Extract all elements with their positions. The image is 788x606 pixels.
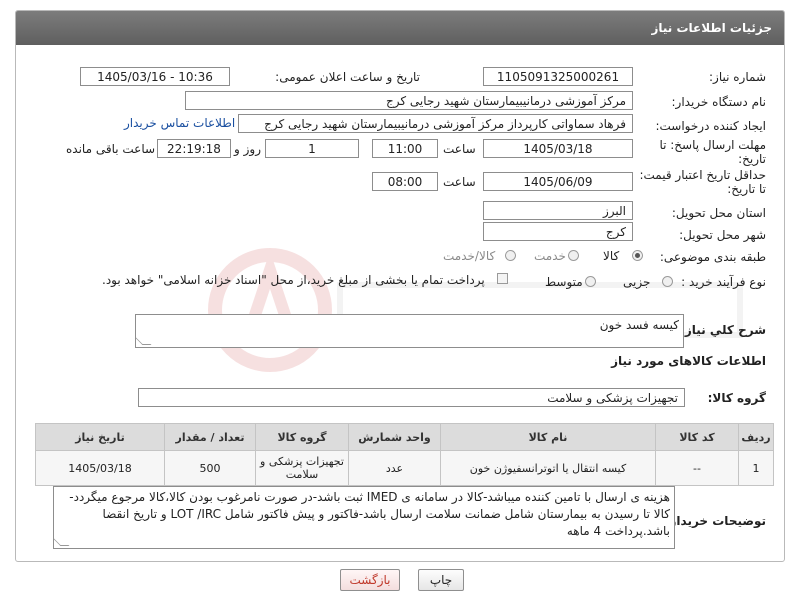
city-field[interactable]: کرج: [483, 222, 633, 241]
cell-code: --: [655, 450, 739, 486]
announce-label: تاریخ و ساعت اعلان عمومی:: [275, 70, 420, 84]
remaining-label: ساعت باقی مانده: [66, 142, 156, 156]
description-label: شرح کلي نياز:: [680, 323, 766, 337]
col-name: نام کالا: [440, 423, 656, 451]
deadline-time-field[interactable]: 11:00: [372, 139, 438, 158]
buyer-notes-text: هزینه ی ارسال با تامین کننده میباشد-کالا…: [69, 490, 670, 538]
creator-label: ایجاد کننده درخواست:: [655, 119, 766, 133]
goods-section-title: اطلاعات کالاهای مورد نیاز: [611, 354, 766, 368]
category-radio-service[interactable]: [568, 250, 579, 261]
cell-unit: عدد: [348, 450, 441, 486]
cell-name: کیسه انتقال یا اتوترانسفیوژن خون: [440, 450, 656, 486]
col-date: تاریخ نیاز: [35, 423, 165, 451]
creator-field[interactable]: فرهاد سماواتی کارپرداز مرکز آموزشی درمان…: [238, 114, 633, 133]
city-label: شهر محل تحویل:: [679, 228, 766, 242]
description-text: کیسه فسد خون: [599, 318, 679, 332]
province-label: استان محل تحویل:: [671, 206, 766, 220]
goods-group-field[interactable]: تجهیزات پزشکی و سلامت: [138, 388, 685, 407]
need-number-field[interactable]: 1105091325000261: [483, 67, 633, 86]
deadline-time-label: ساعت: [443, 142, 476, 156]
process-radio-minor[interactable]: [662, 276, 673, 287]
need-number-label: شماره نیاز:: [709, 70, 766, 84]
days-label: روز و: [234, 142, 261, 156]
announce-field[interactable]: 1405/03/16 - 10:36: [80, 67, 230, 86]
price-time-label: ساعت: [443, 175, 476, 189]
notes-resize-handle-icon[interactable]: [54, 537, 70, 546]
deadline-date-field[interactable]: 1405/03/18: [483, 139, 633, 158]
cell-row: 1: [738, 450, 774, 486]
cell-quantity: 500: [164, 450, 256, 486]
cell-group: تجهیزات پزشکی و سلامت: [255, 450, 349, 486]
price-time-field[interactable]: 08:00: [372, 172, 438, 191]
treasury-checkbox[interactable]: [497, 273, 508, 284]
deadline-label-1: مهلت ارسال پاسخ: تا: [659, 138, 766, 152]
contact-buyer-link[interactable]: اطلاعات تماس خریدار: [124, 116, 235, 130]
treasury-note: پرداخت تمام یا بخشی از مبلغ خرید،از محل …: [102, 273, 485, 287]
process-option-minor: جزیی: [623, 275, 651, 289]
panel-title: جزئیات اطلاعات نیاز: [16, 11, 784, 45]
category-label: طبقه بندی موضوعی:: [659, 250, 766, 264]
category-radio-goods-service[interactable]: [505, 250, 516, 261]
price-date-field[interactable]: 1405/06/09: [483, 172, 633, 191]
items-table: ردیف کد کالا نام کالا واحد شمارش گروه کا…: [35, 423, 774, 486]
print-button[interactable]: چاپ: [418, 569, 464, 591]
back-button[interactable]: بازگشت: [340, 569, 400, 591]
category-radio-goods[interactable]: [632, 250, 643, 261]
process-radio-medium[interactable]: [585, 276, 596, 287]
process-label: نوع فرآیند خرید :: [681, 275, 766, 289]
resize-handle-icon[interactable]: [136, 336, 152, 345]
description-field[interactable]: کیسه فسد خون: [135, 314, 684, 348]
buyer-label: نام دستگاه خریدار:: [671, 95, 767, 109]
buyer-notes-field[interactable]: هزینه ی ارسال با تامین کننده میباشد-کالا…: [53, 486, 675, 549]
category-option-service: خدمت: [534, 249, 566, 263]
remaining-time-field[interactable]: 22:19:18: [157, 139, 231, 158]
category-option-goods: کالا: [603, 249, 620, 263]
col-quantity: تعداد / مقدار: [164, 423, 256, 451]
table-header-row: ردیف کد کالا نام کالا واحد شمارش گروه کا…: [35, 423, 774, 451]
col-code: کد کالا: [655, 423, 739, 451]
price-label-1: حداقل تاریخ اعتبار قیمت:: [639, 168, 766, 182]
category-option-goods-service: کالا/خدمت: [443, 249, 496, 263]
province-field[interactable]: البرز: [483, 201, 633, 220]
col-unit: واحد شمارش: [348, 423, 441, 451]
buyer-field[interactable]: مرکز آموزشی درمانیبیمارستان شهید رجایی ک…: [185, 91, 633, 110]
col-group: گروه کالا: [255, 423, 349, 451]
deadline-label-2: تاریخ:: [738, 152, 766, 166]
col-row: ردیف: [738, 423, 774, 451]
process-option-medium: متوسط: [545, 275, 583, 289]
days-field[interactable]: 1: [265, 139, 359, 158]
price-label-2: تا تاریخ:: [727, 182, 766, 196]
goods-group-label: گروه کالا:: [707, 391, 766, 405]
table-row[interactable]: 1 -- کیسه انتقال یا اتوترانسفیوژن خون عد…: [35, 450, 774, 486]
cell-date: 1405/03/18: [35, 450, 165, 486]
buyer-notes-label: توضیحات خریدار:: [664, 514, 766, 528]
